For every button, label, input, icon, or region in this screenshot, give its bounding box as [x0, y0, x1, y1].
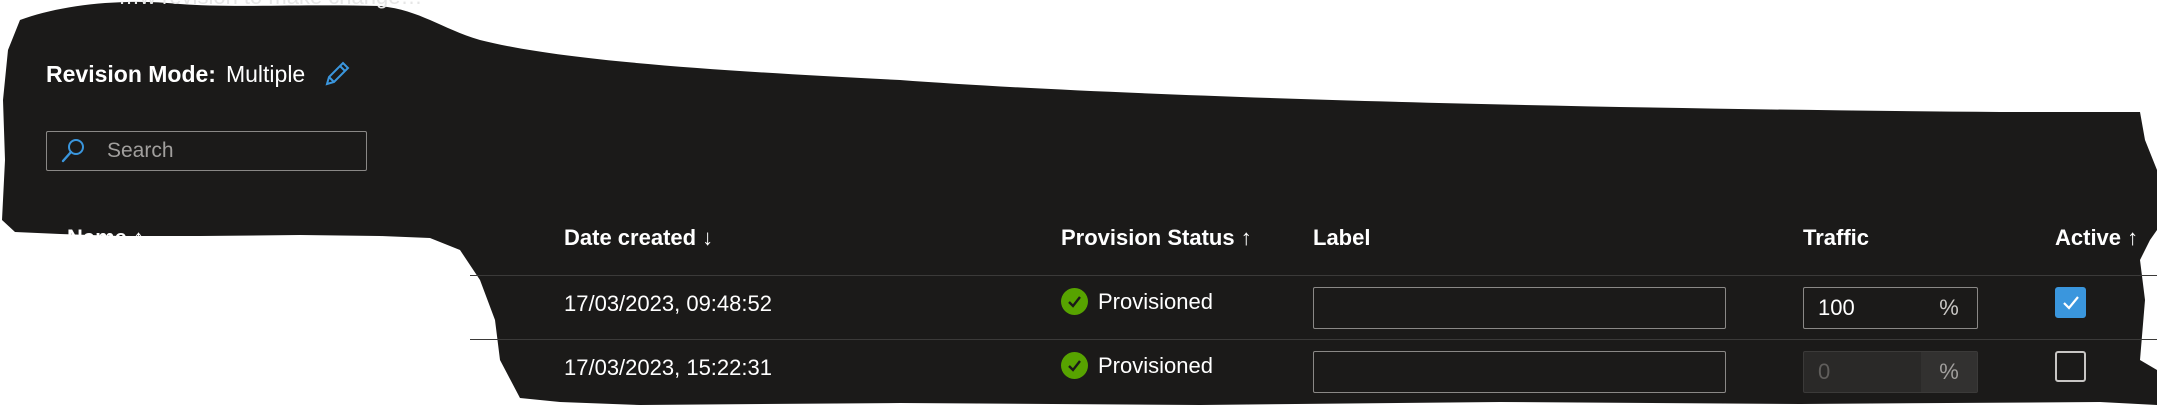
- traffic-unit: %: [1921, 352, 1977, 392]
- search-icon: [61, 139, 84, 163]
- column-header-provision-status[interactable]: Provision Status ↑: [1061, 225, 1252, 251]
- traffic-input[interactable]: 100 %: [1803, 287, 1978, 329]
- column-header-date-created[interactable]: Date created ↓: [564, 225, 713, 251]
- traffic-value: 0: [1818, 359, 1831, 384]
- provision-status-cell: Provisioned: [1061, 352, 1213, 379]
- check-circle-icon: [1061, 288, 1088, 315]
- revision-mode-label: Revision Mode:: [46, 60, 216, 87]
- column-header-traffic[interactable]: Traffic: [1803, 225, 1869, 251]
- active-checkbox[interactable]: [2055, 351, 2086, 382]
- column-header-name[interactable]: Name ↑: [67, 225, 144, 251]
- checkmark-icon: [2062, 295, 2079, 310]
- label-input[interactable]: [1313, 351, 1726, 393]
- revision-mode: Revision Mode: Multiple: [46, 58, 353, 90]
- date-created-cell: 17/03/2023, 09:48:52: [564, 291, 772, 316]
- revision-mode-value: Multiple: [225, 60, 306, 87]
- search-input[interactable]: [105, 138, 349, 164]
- column-header-active[interactable]: Active ↑: [2055, 225, 2138, 251]
- provision-status-text: Provisioned: [1098, 288, 1213, 314]
- label-input[interactable]: [1313, 287, 1726, 329]
- search-box[interactable]: [46, 131, 367, 171]
- check-circle-icon: [1061, 352, 1088, 379]
- row-divider: [470, 339, 2157, 340]
- edit-icon[interactable]: [321, 58, 353, 90]
- traffic-value[interactable]: 100: [1804, 295, 1921, 321]
- traffic-unit: %: [1939, 295, 1959, 320]
- traffic-input: 0 %: [1803, 351, 1978, 393]
- active-checkbox[interactable]: [2055, 287, 2086, 318]
- revisions-panel: …w revision to make change… Revision Mod…: [0, 0, 2157, 405]
- provision-status-cell: Provisioned: [1061, 288, 1213, 315]
- date-created-cell: 17/03/2023, 15:22:31: [564, 355, 772, 380]
- provision-status-text: Provisioned: [1098, 352, 1213, 378]
- truncated-description: …w revision to make change…: [118, 0, 422, 10]
- row-divider: [470, 275, 2157, 276]
- column-header-label[interactable]: Label: [1313, 225, 1370, 251]
